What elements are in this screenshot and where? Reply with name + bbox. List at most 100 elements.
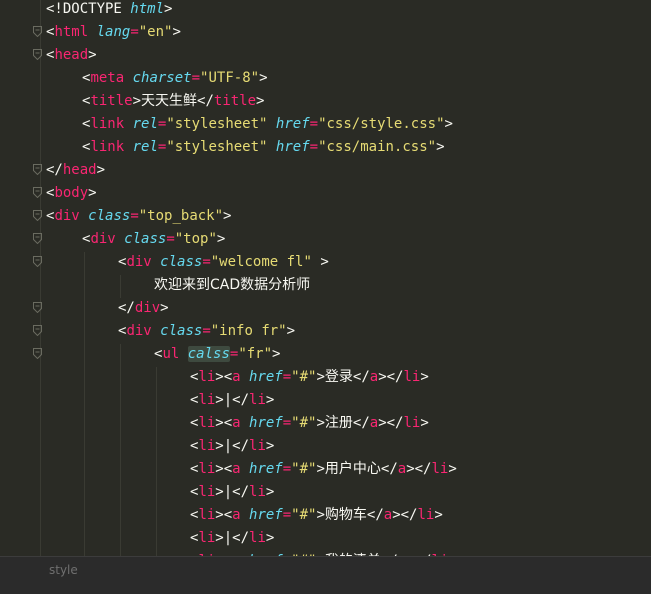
code-line[interactable]: <li>|</li> — [0, 528, 651, 551]
code-editor[interactable]: <!DOCTYPE html> <html lang="en"> <head> <me… — [0, 0, 651, 594]
code-line[interactable]: <link rel="stylesheet" href="css/main.cs… — [0, 137, 651, 160]
code-token: > — [216, 231, 226, 247]
code-token: "stylesheet" — [166, 139, 276, 155]
code-area[interactable]: <!DOCTYPE html> <html lang="en"> <head> <me… — [0, 0, 651, 556]
code-token: >< — [215, 415, 233, 431]
code-line[interactable]: <head> — [0, 45, 651, 68]
indent-guide — [84, 321, 85, 344]
code-token: href — [249, 461, 283, 477]
code-token: ></ — [392, 507, 418, 523]
code-token: = — [202, 323, 211, 339]
code-token: a — [369, 369, 379, 385]
fold-marker-icon[interactable] — [33, 302, 42, 313]
fold-marker-icon[interactable] — [33, 348, 42, 359]
code-token: "#" — [291, 369, 317, 385]
code-line[interactable]: <li><a href="#">注册</a></li> — [0, 413, 651, 436]
code-line[interactable]: <body> — [0, 183, 651, 206]
code-token: link — [90, 116, 133, 132]
indent-guide — [84, 482, 85, 505]
code-token: class — [124, 231, 167, 247]
code-token: lang — [96, 24, 131, 40]
code-token: href — [249, 369, 283, 385]
code-line[interactable]: <div class="top"> — [0, 229, 651, 252]
code-token: = — [282, 415, 292, 431]
code-token: title — [213, 93, 257, 109]
indent-guide — [84, 436, 85, 459]
code-token: li — [198, 415, 216, 431]
fold-marker-icon[interactable] — [33, 187, 42, 198]
code-line[interactable]: <li><a href="#">登录</a></li> — [0, 367, 651, 390]
code-line[interactable]: <!DOCTYPE html> — [0, 0, 651, 22]
breadcrumb[interactable]: style — [49, 563, 78, 577]
code-token: >< — [215, 369, 233, 385]
code-line[interactable]: <li>|</li> — [0, 436, 651, 459]
indent-guide — [120, 436, 121, 459]
code-text: <li>|</li> — [190, 436, 274, 456]
code-token: 欢迎来到CAD数据分析师 — [154, 277, 311, 293]
code-token: >< — [215, 507, 233, 523]
code-line[interactable]: <li>|</li> — [0, 482, 651, 505]
indent-guide — [156, 367, 157, 390]
code-token: 登录 — [324, 369, 353, 385]
code-token: "top" — [174, 231, 217, 247]
code-line[interactable]: <html lang="en"> — [0, 22, 651, 45]
code-text: <link rel="stylesheet" href="css/main.cs… — [82, 137, 445, 157]
code-line[interactable]: <li><a href="#">用户中心</a></li> — [0, 459, 651, 482]
code-line[interactable]: </head> — [0, 160, 651, 183]
indent-guide — [120, 367, 121, 390]
indent-guide — [156, 505, 157, 528]
code-line[interactable]: <ul calss="fr"> — [0, 344, 651, 367]
code-text: <li>|</li> — [190, 528, 274, 548]
code-line[interactable]: <title>天天生鲜</title> — [0, 91, 651, 114]
code-token: li — [198, 507, 216, 523]
fold-marker-icon[interactable] — [33, 49, 42, 60]
fold-marker-icon[interactable] — [33, 233, 42, 244]
code-token: = — [309, 116, 319, 132]
code-line[interactable]: <meta charset="UTF-8"> — [0, 68, 651, 91]
code-line[interactable]: <li>|</li> — [0, 390, 651, 413]
code-token: 购物车 — [324, 507, 367, 523]
fold-marker-icon[interactable] — [33, 210, 42, 221]
code-text: <li><a href="#">登录</a></li> — [190, 367, 429, 387]
code-token: > — [448, 461, 457, 477]
code-line[interactable]: <li><a href="#">购物车</a></li> — [0, 505, 651, 528]
code-token: </ — [46, 162, 63, 178]
code-token: </ — [232, 438, 250, 454]
indent-guide — [156, 482, 157, 505]
code-token: > — [420, 369, 429, 385]
code-text: <title>天天生鲜</title> — [82, 91, 264, 111]
code-token: > — [320, 254, 329, 270]
code-token: class — [160, 323, 203, 339]
code-line[interactable]: </div> — [0, 298, 651, 321]
code-line[interactable]: 欢迎来到CAD数据分析师 — [0, 275, 651, 298]
fold-marker-icon[interactable] — [33, 325, 42, 336]
code-token: li — [249, 392, 266, 408]
indent-guide — [120, 275, 121, 298]
code-token: | — [223, 438, 233, 454]
code-token: a — [232, 507, 250, 523]
code-text: <li>|</li> — [190, 390, 274, 410]
code-token: > — [265, 530, 275, 546]
code-line[interactable]: <link rel="stylesheet" href="css/style.c… — [0, 114, 651, 137]
code-token: html — [54, 24, 97, 40]
fold-marker-icon[interactable] — [33, 256, 42, 267]
code-token: = — [282, 369, 292, 385]
code-token: calss — [187, 346, 230, 362]
code-token: class — [160, 254, 203, 270]
code-token: > — [215, 392, 224, 408]
code-token: > — [88, 47, 97, 63]
code-line[interactable]: <div class="welcome fl" > — [0, 252, 651, 275]
code-token: "#" — [291, 415, 317, 431]
code-token: "fr" — [238, 346, 273, 362]
code-token: li — [417, 507, 435, 523]
fold-marker-icon[interactable] — [33, 164, 42, 175]
code-token: > — [259, 70, 268, 86]
code-line[interactable]: <div class="info fr"> — [0, 321, 651, 344]
code-token: </ — [232, 484, 250, 500]
code-token: > — [215, 530, 224, 546]
code-token: li — [198, 438, 216, 454]
code-line[interactable]: <div class="top_back"> — [0, 206, 651, 229]
code-token: div — [126, 254, 161, 270]
fold-marker-icon[interactable] — [33, 26, 42, 37]
code-token: rel — [132, 116, 158, 132]
